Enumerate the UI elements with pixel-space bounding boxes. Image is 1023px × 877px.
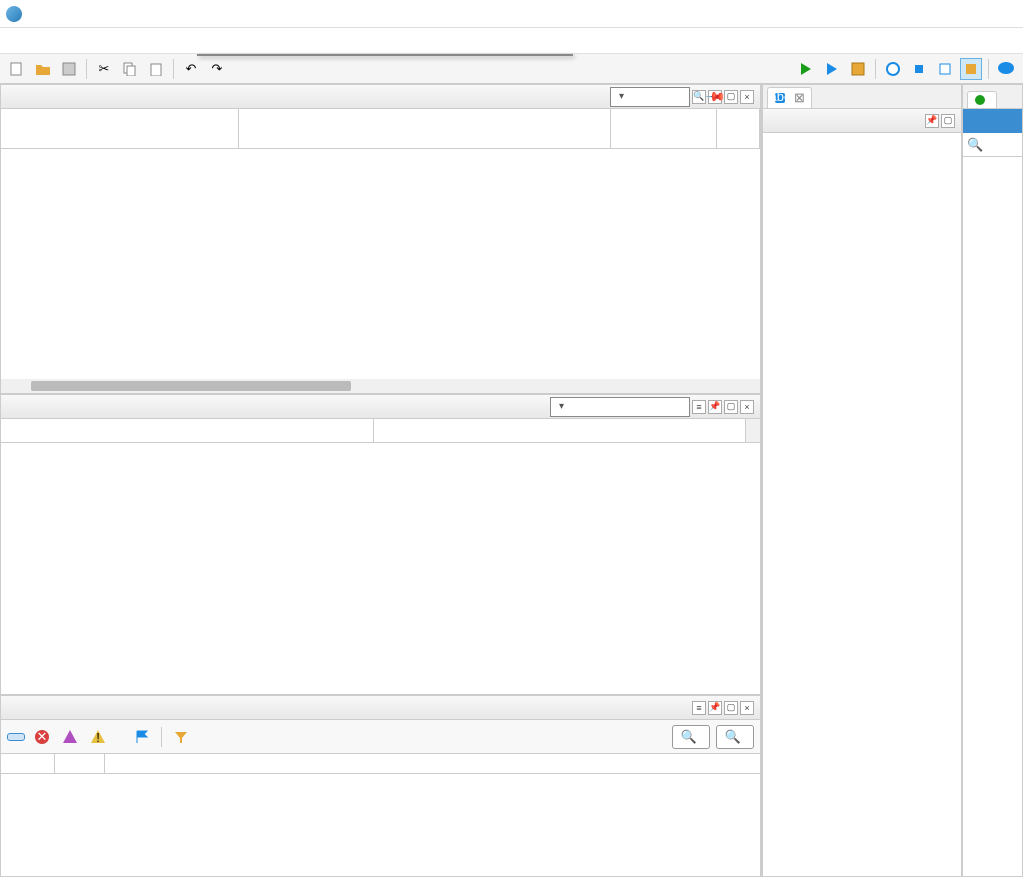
table-of-contents-panel: abc ⊠ 📌 ▢ xyxy=(762,84,962,877)
chat-icon[interactable] xyxy=(995,58,1017,80)
paste-icon[interactable] xyxy=(145,58,167,80)
list-icon[interactable]: ≡ xyxy=(692,400,706,414)
pin-icon[interactable]: 📌 xyxy=(708,400,722,414)
find-next-button[interactable]: 🔍 xyxy=(716,725,754,749)
report-tab-strip xyxy=(963,85,1022,109)
compilation-combo[interactable] xyxy=(550,397,690,417)
flag-filter-icon[interactable] xyxy=(131,726,153,748)
close-icon[interactable]: × xyxy=(740,400,754,414)
tab-close-icon[interactable]: ⊠ xyxy=(794,90,805,106)
filter-funnel-icon[interactable] xyxy=(170,726,192,748)
tasks-header: ≡ 📌 ▢ × xyxy=(1,395,760,419)
clock-icon[interactable] xyxy=(882,58,904,80)
tasks-panel: ≡ 📌 ▢ × xyxy=(0,394,761,695)
find-button[interactable]: 🔍 xyxy=(672,725,710,749)
programmer-icon[interactable] xyxy=(934,58,956,80)
warning-filter-icon[interactable]: ! xyxy=(87,726,109,748)
file-tab[interactable]: abc ⊠ xyxy=(767,87,812,108)
maximize-icon[interactable]: ▢ xyxy=(724,400,738,414)
pin-icon[interactable]: 📌 xyxy=(708,90,722,104)
main-toolbar: ✂ ↶ ↷ xyxy=(0,54,1023,84)
pn-table-header xyxy=(1,109,760,149)
app-icon xyxy=(6,6,22,22)
compile-icon[interactable] xyxy=(795,58,817,80)
new-icon[interactable] xyxy=(6,58,28,80)
pin-icon[interactable]: 📌 xyxy=(925,114,939,128)
critical-filter-icon[interactable] xyxy=(59,726,81,748)
close-icon[interactable]: × xyxy=(740,701,754,715)
svg-text:abc: abc xyxy=(774,92,786,104)
open-icon[interactable] xyxy=(32,58,54,80)
close-icon[interactable]: × xyxy=(740,90,754,104)
flow-summary-tab[interactable] xyxy=(963,109,1022,133)
project-navigator-header: 🔍 📌 ▢ × xyxy=(1,85,760,109)
toc-header: 📌 ▢ xyxy=(763,109,961,133)
report-search[interactable]: 🔍 xyxy=(963,133,1022,157)
svg-text:!: ! xyxy=(96,730,100,745)
flow-summary-panel: 🔍 xyxy=(962,84,1023,877)
compilation-tab[interactable] xyxy=(967,91,997,108)
cut-icon[interactable]: ✂ xyxy=(93,58,115,80)
project-navigator-panel: 🔍 📌 ▢ × xyxy=(0,84,761,394)
messages-header: ≡ 📌 ▢ × xyxy=(1,696,760,720)
maximize-icon[interactable]: ▢ xyxy=(941,114,955,128)
analysis-icon[interactable] xyxy=(821,58,843,80)
message-filter-input[interactable] xyxy=(198,730,298,744)
timing-icon[interactable] xyxy=(847,58,869,80)
menu-bar xyxy=(0,28,1023,54)
chip-icon[interactable] xyxy=(908,58,930,80)
report-icon xyxy=(974,94,986,106)
assignments-menu-dropdown xyxy=(197,54,573,56)
horizontal-scrollbar[interactable] xyxy=(1,379,760,393)
messages-table-header xyxy=(1,754,760,774)
pin-icon[interactable]: 📌 xyxy=(708,701,722,715)
svg-text:✕: ✕ xyxy=(37,729,48,744)
error-filter-icon[interactable]: ✕ xyxy=(31,726,53,748)
save-icon[interactable] xyxy=(58,58,80,80)
title-bar xyxy=(0,0,1023,28)
redo-icon[interactable]: ↷ xyxy=(206,58,228,80)
platform-icon[interactable] xyxy=(960,58,982,80)
tasks-table-header xyxy=(1,419,760,443)
messages-panel: ≡ 📌 ▢ × ✕ ! 🔍 🔍 xyxy=(0,695,761,877)
undo-icon[interactable]: ↶ xyxy=(180,58,202,80)
file-tab-strip: abc ⊠ xyxy=(763,85,961,109)
maximize-icon[interactable]: ▢ xyxy=(724,701,738,715)
file-icon: abc xyxy=(774,92,786,104)
filter-all-button[interactable] xyxy=(7,733,25,741)
list-icon[interactable]: ≡ xyxy=(692,701,706,715)
messages-toolbar: ✕ ! 🔍 🔍 xyxy=(1,720,760,754)
copy-icon[interactable] xyxy=(119,58,141,80)
hierarchy-combo[interactable] xyxy=(610,87,690,107)
search-icon: 🔍 xyxy=(967,137,983,153)
